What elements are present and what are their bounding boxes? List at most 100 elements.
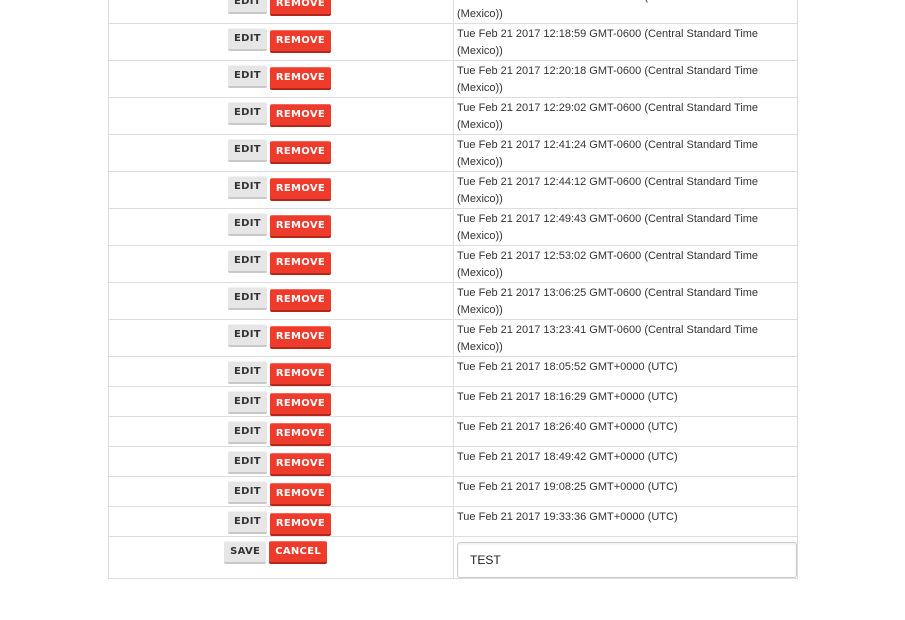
table-row: EDIT REMOVE Tue Feb 21 2017 13:23:41 GMT-0…: [108, 319, 798, 357]
remove-button[interactable]: REMOVE: [269, 141, 331, 164]
cancel-button[interactable]: CANCEL: [269, 541, 327, 564]
remove-button[interactable]: REMOVE: [269, 67, 331, 90]
edit-button[interactable]: EDIT: [228, 511, 267, 534]
edit-row-actions-cell: SAVE CANCEL: [108, 536, 454, 579]
row-button-group: EDIT REMOVE: [109, 477, 453, 506]
remove-button[interactable]: REMOVE: [269, 104, 331, 127]
row-value-cell: Tue Feb 21 2017 13:06:25 GMT-0600 (Centr…: [453, 282, 798, 320]
edit-button[interactable]: EDIT: [228, 213, 267, 236]
row-button-group: EDIT REMOVE: [109, 135, 453, 164]
remove-button[interactable]: REMOVE: [269, 178, 331, 201]
row-value-text: Tue Feb 21 2017 13:06:25 GMT-0600 (Centr…: [457, 287, 759, 316]
row-button-group: EDIT REMOVE: [109, 507, 453, 536]
row-button-group: EDIT REMOVE: [109, 417, 453, 446]
edit-row: SAVE CANCEL: [108, 536, 798, 579]
edit-button[interactable]: EDIT: [228, 102, 267, 125]
row-value-cell: Tue Feb 21 2017 12:20:18 GMT-0600 (Centr…: [453, 60, 798, 98]
row-button-group: EDIT REMOVE: [109, 357, 453, 386]
remove-button[interactable]: REMOVE: [269, 483, 331, 506]
row-button-group: EDIT REMOVE: [109, 172, 453, 201]
row-value-text: Tue Feb 21 2017 18:16:29 GMT+0000 (UTC): [457, 391, 678, 403]
row-value-cell: Tue Feb 21 2017 18:49:42 GMT+0000 (UTC): [453, 446, 798, 477]
row-actions-cell: EDIT REMOVE: [108, 319, 454, 357]
remove-button[interactable]: REMOVE: [269, 453, 331, 476]
row-value-cell: Tue Feb 21 2017 18:26:40 GMT+0000 (UTC): [453, 416, 798, 447]
table-row: EDIT REMOVE Tue Feb 21 2017 19:08:25 GMT+0…: [108, 476, 798, 507]
row-button-group: EDIT REMOVE: [109, 24, 453, 53]
edit-button[interactable]: EDIT: [228, 0, 267, 14]
row-value-cell: Tue Feb 21 2017 19:33:36 GMT+0000 (UTC): [453, 506, 798, 537]
table-row: EDIT REMOVE Tue Feb 21 2017 18:26:40 GMT+0…: [108, 416, 798, 447]
row-value-text: Tue Feb 21 2017 12:18:59 GMT-0600 (Centr…: [457, 28, 759, 57]
remove-button[interactable]: REMOVE: [269, 423, 331, 446]
edit-button[interactable]: EDIT: [228, 361, 267, 384]
row-value-cell: Tue Feb 21 2017 19:08:25 GMT+0000 (UTC): [453, 476, 798, 507]
row-button-group: EDIT REMOVE: [109, 209, 453, 238]
row-actions-cell: EDIT REMOVE: [108, 245, 454, 283]
row-value-cell: Tue Feb 21 2017 12:49:43 GMT-0600 (Centr…: [453, 208, 798, 246]
remove-button[interactable]: REMOVE: [269, 363, 331, 386]
edit-button[interactable]: EDIT: [228, 287, 267, 310]
edit-button[interactable]: EDIT: [228, 324, 267, 347]
row-value-cell: Tue Feb 21 2017 12:53:02 GMT-0600 (Centr…: [453, 245, 798, 283]
row-value-cell: Tue Feb 21 2017 12:29:02 GMT-0600 (Centr…: [453, 97, 798, 135]
edit-button[interactable]: EDIT: [228, 139, 267, 162]
table-row: EDIT REMOVE Tue Feb 21 2017 18:05:52 GMT+0…: [108, 356, 798, 387]
table-row: EDIT REMOVE Tue Feb 21 2017 13:06:25 GMT-0…: [108, 282, 798, 320]
row-actions-cell: EDIT REMOVE: [108, 60, 454, 98]
row-value-text: Tue Feb 21 2017 12:44:12 GMT-0600 (Centr…: [457, 176, 759, 205]
row-value-text: Tue Feb 21 2017 12:13:33 GMT-0600 (Centr…: [457, 0, 758, 20]
table-row: EDIT REMOVE Tue Feb 21 2017 12:29:02 GMT-0…: [108, 97, 798, 135]
row-value-cell: Tue Feb 21 2017 13:23:41 GMT-0600 (Centr…: [453, 319, 798, 357]
edit-button[interactable]: EDIT: [228, 421, 267, 444]
table-row: EDIT REMOVE Tue Feb 21 2017 12:53:02 GMT-0…: [108, 245, 798, 283]
row-actions-cell: EDIT REMOVE: [108, 23, 454, 61]
row-value-text: Tue Feb 21 2017 18:05:52 GMT+0000 (UTC): [457, 361, 678, 373]
records-table: EDITREMOVETue Feb 21 2017 12:13:33 GMT-0…: [108, 0, 798, 579]
table-row: EDITREMOVETue Feb 21 2017 12:13:33 GMT-0…: [108, 0, 798, 24]
edit-row-button-group: SAVE CANCEL: [109, 537, 453, 564]
row-value-cell: Tue Feb 21 2017 12:44:12 GMT-0600 (Centr…: [453, 171, 798, 209]
row-actions-cell: EDIT REMOVE: [108, 386, 454, 417]
row-actions-cell: EDIT REMOVE: [108, 208, 454, 246]
row-button-group: EDIT REMOVE: [109, 0, 453, 16]
row-value-text: Tue Feb 21 2017 12:49:43 GMT-0600 (Centr…: [457, 213, 759, 242]
row-button-group: EDIT REMOVE: [109, 246, 453, 275]
row-actions-cell: EDIT REMOVE: [108, 97, 454, 135]
edit-button[interactable]: EDIT: [228, 176, 267, 199]
row-value-cell: Tue Feb 21 2017 18:05:52 GMT+0000 (UTC): [453, 356, 798, 387]
save-button[interactable]: SAVE: [224, 541, 267, 564]
remove-button[interactable]: REMOVE: [269, 326, 331, 349]
edit-button[interactable]: EDIT: [228, 65, 267, 88]
edit-button[interactable]: EDIT: [228, 391, 267, 414]
edit-value-input[interactable]: [457, 542, 797, 578]
row-value-cell: Tue Feb 21 2017 12:41:24 GMT-0600 (Centr…: [453, 134, 798, 172]
row-button-group: EDIT REMOVE: [109, 320, 453, 349]
remove-button[interactable]: REMOVE: [269, 215, 331, 238]
row-actions-cell: EDIT REMOVE: [108, 476, 454, 507]
remove-button[interactable]: REMOVE: [269, 30, 331, 53]
row-actions-cell: EDIT REMOVE: [108, 506, 454, 537]
row-button-group: EDIT REMOVE: [109, 447, 453, 476]
remove-button[interactable]: REMOVE: [269, 252, 331, 275]
remove-button[interactable]: REMOVE: [269, 513, 331, 536]
table-row: EDIT REMOVE Tue Feb 21 2017 12:41:24 GMT-0…: [108, 134, 798, 172]
row-actions-cell: EDIT REMOVE: [108, 171, 454, 209]
row-button-group: EDIT REMOVE: [109, 387, 453, 416]
edit-button[interactable]: EDIT: [228, 28, 267, 51]
remove-button[interactable]: REMOVE: [269, 0, 331, 16]
row-value-cell: Tue Feb 21 2017 12:13:33 GMT-0600 (Centr…: [453, 0, 798, 24]
remove-button[interactable]: REMOVE: [269, 393, 331, 416]
row-value-text: Tue Feb 21 2017 12:29:02 GMT-0600 (Centr…: [457, 102, 759, 131]
edit-button[interactable]: EDIT: [228, 250, 267, 273]
edit-button[interactable]: EDIT: [228, 451, 267, 474]
row-actions-cell: EDIT REMOVE: [108, 134, 454, 172]
row-value-cell: Tue Feb 21 2017 18:16:29 GMT+0000 (UTC): [453, 386, 798, 417]
edit-button[interactable]: EDIT: [228, 481, 267, 504]
remove-button[interactable]: REMOVE: [269, 289, 331, 312]
table-row: EDIT REMOVE Tue Feb 21 2017 18:49:42 GMT+0…: [108, 446, 798, 477]
row-value-text: Tue Feb 21 2017 19:33:36 GMT+0000 (UTC): [457, 511, 678, 523]
row-actions-cell: EDIT REMOVE: [108, 416, 454, 447]
table-row: EDIT REMOVE Tue Feb 21 2017 12:44:12 GMT-0…: [108, 171, 798, 209]
table-row: EDIT REMOVE Tue Feb 21 2017 18:16:29 GMT+0…: [108, 386, 798, 417]
